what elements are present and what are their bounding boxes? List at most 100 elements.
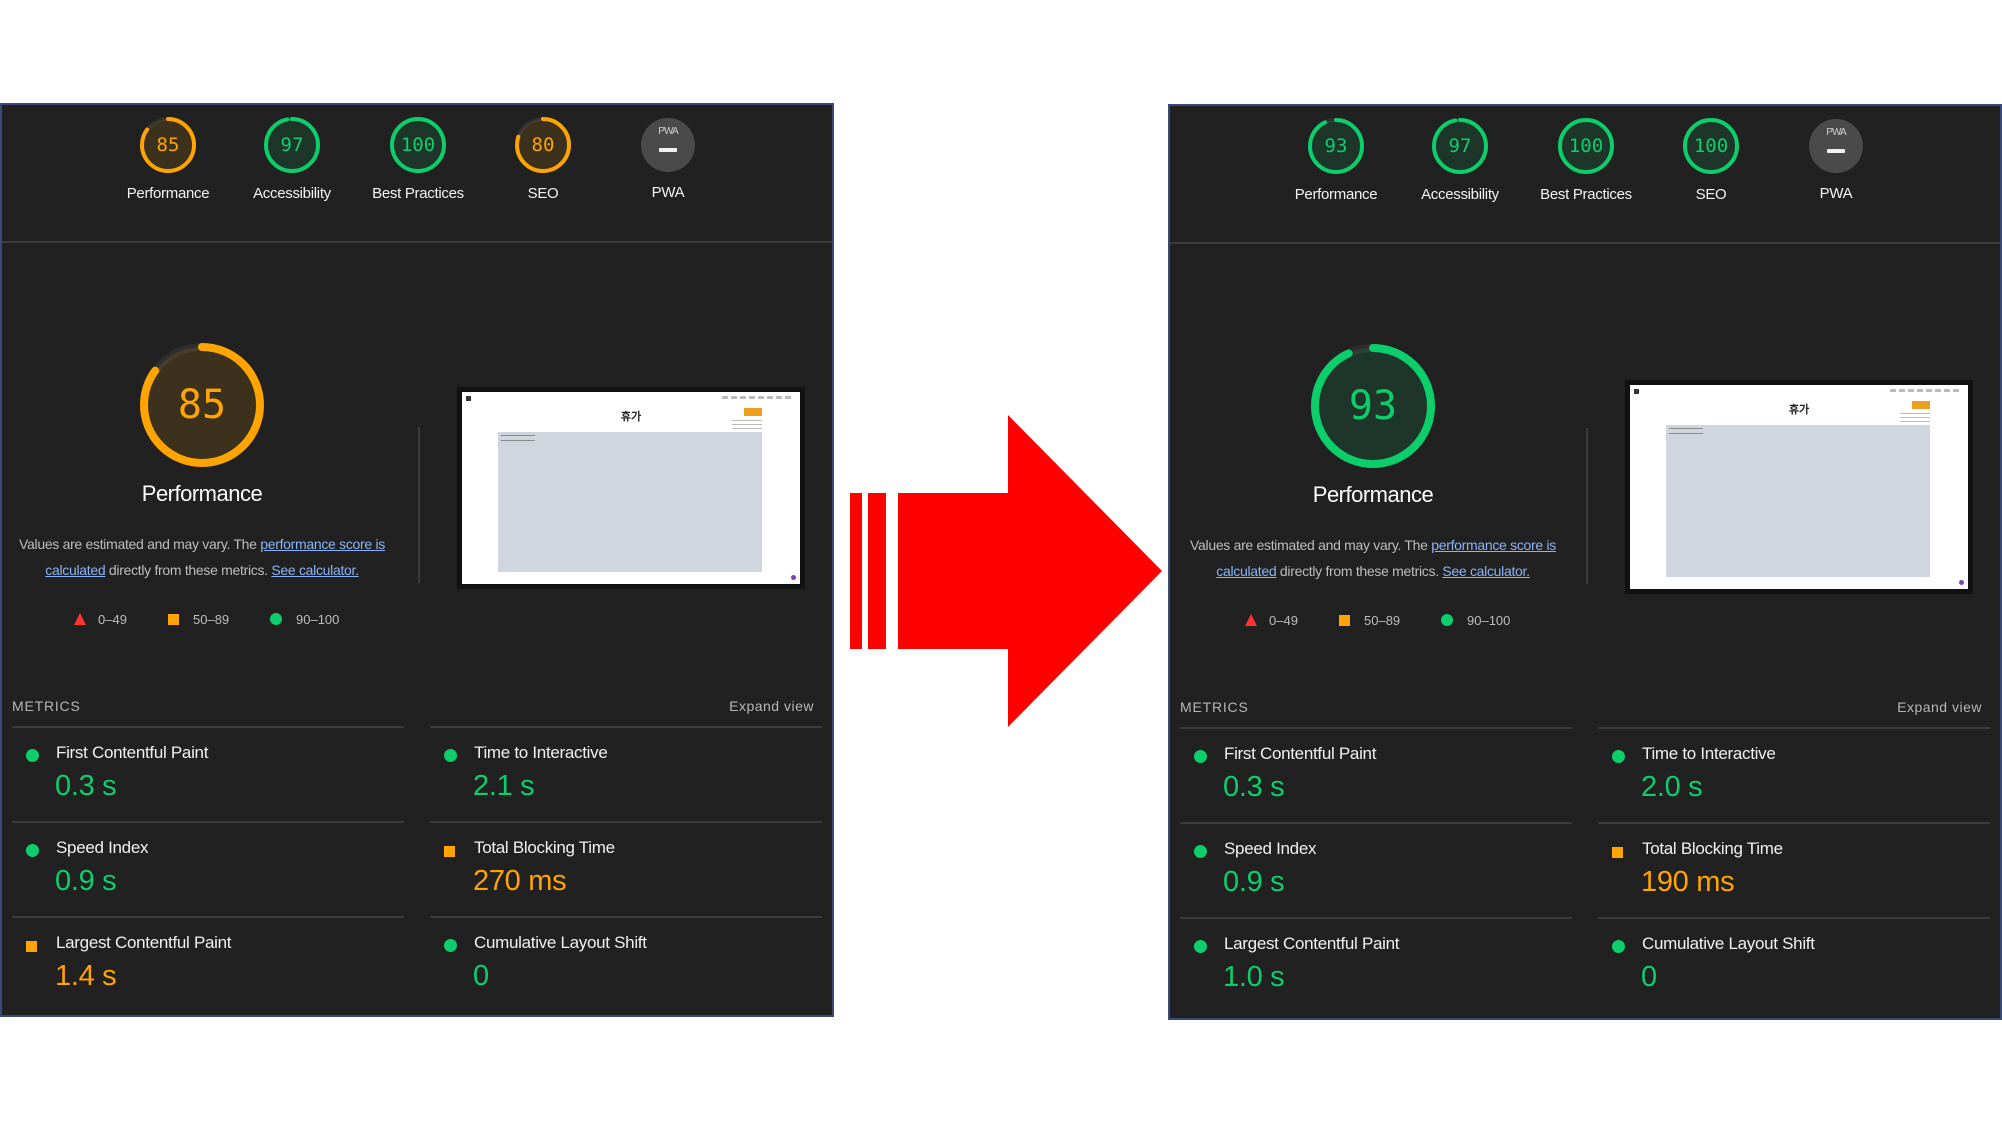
gauge-performance[interactable]: 85 Performance bbox=[98, 117, 238, 202]
metric-status-indicator bbox=[1612, 844, 1623, 862]
metric-status-indicator bbox=[26, 938, 37, 956]
page-screenshot[interactable]: 휴가 bbox=[1625, 380, 1973, 594]
metric-item: Time to Interactive 2.0 s bbox=[1598, 727, 1990, 823]
gauge-accessibility[interactable]: 97 Accessibility bbox=[1390, 118, 1530, 203]
screenshot-content-area bbox=[1666, 425, 1930, 577]
screenshot-page: 휴가 bbox=[1630, 385, 1968, 589]
metric-status-indicator bbox=[1194, 939, 1207, 957]
gauge-label: PWA bbox=[651, 184, 685, 201]
metric-name: Time to Interactive bbox=[1642, 744, 1776, 763]
gauge-label: Accessibility bbox=[253, 185, 331, 202]
score-description: Values are estimated and may vary. The p… bbox=[2, 531, 402, 583]
metric-name: Cumulative Layout Shift bbox=[474, 933, 647, 952]
gauge-label: PWA bbox=[1819, 185, 1853, 202]
arrow-bar-1 bbox=[850, 493, 862, 649]
metric-name: Time to Interactive bbox=[474, 743, 608, 762]
metric-item: First Contentful Paint 0.3 s bbox=[12, 726, 404, 822]
average-square-icon bbox=[168, 614, 179, 625]
legend-average: 50–89 bbox=[168, 612, 229, 627]
fail-triangle-icon bbox=[74, 613, 86, 625]
metric-value: 0 bbox=[473, 960, 489, 992]
gauge-score: 100 bbox=[1693, 135, 1729, 157]
average-square-icon bbox=[1339, 615, 1350, 626]
metric-name: Largest Contentful Paint bbox=[56, 933, 232, 952]
score-ring-icon: 85 bbox=[140, 117, 196, 173]
lighthouse-report-before: 85 Performance 97 Accessibility 100 Best… bbox=[0, 103, 834, 1017]
screenshot-top-links bbox=[1890, 389, 1960, 392]
score-legend: 0–49 50–89 90–100 bbox=[2, 612, 402, 632]
performance-title: Performance bbox=[1312, 482, 1434, 507]
score-ring-icon: 93 bbox=[1308, 118, 1364, 174]
legend-fail: 0–49 bbox=[74, 612, 127, 627]
gauge-seo[interactable]: 100 SEO bbox=[1641, 118, 1781, 203]
gauge-pwa[interactable]: PWA PWA bbox=[1766, 118, 1906, 202]
metric-item: Largest Contentful Paint 1.4 s bbox=[12, 916, 404, 1012]
metric-value: 0.3 s bbox=[1223, 771, 1285, 803]
gauge-label: SEO bbox=[527, 185, 559, 202]
metric-name: Cumulative Layout Shift bbox=[1642, 934, 1815, 953]
average-square-icon bbox=[26, 941, 37, 952]
description-text: Values are estimated and may vary. The bbox=[19, 536, 261, 552]
average-square-icon bbox=[444, 846, 455, 857]
metric-status-indicator bbox=[444, 938, 457, 956]
metric-name: Speed Index bbox=[56, 838, 149, 857]
screenshot-content-area bbox=[498, 432, 762, 572]
performance-ring-icon: 93 bbox=[1311, 344, 1435, 468]
metric-status-indicator bbox=[1612, 939, 1625, 957]
pass-circle-icon bbox=[444, 939, 457, 952]
gauge-label: Best Practices bbox=[1540, 186, 1632, 203]
metric-value: 1.0 s bbox=[1223, 961, 1285, 993]
gauge-score: 100 bbox=[1568, 135, 1604, 157]
pwa-badge-icon: PWA bbox=[641, 118, 695, 172]
metric-value: 0 bbox=[1641, 961, 1657, 993]
metric-name: First Contentful Paint bbox=[1224, 744, 1377, 763]
score-legend: 0–49 50–89 90–100 bbox=[1173, 613, 1573, 633]
pass-circle-icon bbox=[1441, 614, 1453, 626]
pwa-badge-icon: PWA bbox=[1809, 119, 1863, 173]
screenshot-content-lines bbox=[1669, 428, 1703, 438]
performance-summary-gauge: 93 Performance bbox=[1173, 344, 1573, 508]
metric-item: Total Blocking Time 190 ms bbox=[1598, 822, 1990, 918]
metric-value: 0.3 s bbox=[55, 770, 117, 802]
gauge-best-practices[interactable]: 100 Best Practices bbox=[1516, 118, 1656, 203]
legend-fail: 0–49 bbox=[1245, 613, 1298, 628]
pwa-badge-text: PWA bbox=[658, 126, 678, 137]
metric-name: Largest Contentful Paint bbox=[1224, 934, 1400, 953]
gauge-seo[interactable]: 80 SEO bbox=[473, 117, 613, 202]
metric-item: First Contentful Paint 0.3 s bbox=[1180, 727, 1572, 823]
expand-view-button[interactable]: Expand view bbox=[729, 698, 814, 714]
fail-triangle-icon bbox=[1245, 614, 1257, 626]
gauge-score: 100 bbox=[400, 134, 436, 156]
pass-circle-icon bbox=[26, 844, 39, 857]
score-ring-icon: 97 bbox=[264, 117, 320, 173]
metric-name: Total Blocking Time bbox=[1642, 839, 1783, 858]
metric-status-indicator bbox=[1194, 844, 1207, 862]
metric-status-indicator bbox=[26, 748, 39, 766]
gauge-accessibility[interactable]: 97 Accessibility bbox=[222, 117, 362, 202]
category-gauges: 85 Performance 97 Accessibility 100 Best… bbox=[2, 105, 832, 243]
metric-item: Speed Index 0.9 s bbox=[1180, 822, 1572, 918]
see-calculator-link[interactable]: See calculator. bbox=[271, 562, 359, 578]
page-screenshot[interactable]: 휴가 bbox=[457, 387, 805, 589]
metric-status-indicator bbox=[444, 843, 455, 861]
score-ring-icon: 97 bbox=[1432, 118, 1488, 174]
screenshot-chat-icon bbox=[791, 575, 796, 580]
metric-value: 270 ms bbox=[473, 865, 567, 897]
right-arrow-icon bbox=[850, 415, 1162, 727]
metrics-header: METRICS bbox=[12, 698, 81, 714]
pass-circle-icon bbox=[444, 749, 457, 762]
average-square-icon bbox=[1612, 847, 1623, 858]
metric-item: Largest Contentful Paint 1.0 s bbox=[1180, 917, 1572, 1013]
pwa-badge-text: PWA bbox=[1826, 127, 1846, 138]
legend-average: 50–89 bbox=[1339, 613, 1400, 628]
pass-circle-icon bbox=[1612, 750, 1625, 763]
gauge-score: 97 bbox=[1448, 135, 1472, 157]
site-logo bbox=[466, 396, 471, 401]
see-calculator-link[interactable]: See calculator. bbox=[1442, 563, 1530, 579]
gauge-label: Accessibility bbox=[1421, 186, 1499, 203]
gauge-performance[interactable]: 93 Performance bbox=[1266, 118, 1406, 203]
gauge-best-practices[interactable]: 100 Best Practices bbox=[348, 117, 488, 202]
gauge-pwa[interactable]: PWA PWA bbox=[598, 117, 738, 201]
expand-view-button[interactable]: Expand view bbox=[1897, 699, 1982, 715]
pass-circle-icon bbox=[1194, 750, 1207, 763]
